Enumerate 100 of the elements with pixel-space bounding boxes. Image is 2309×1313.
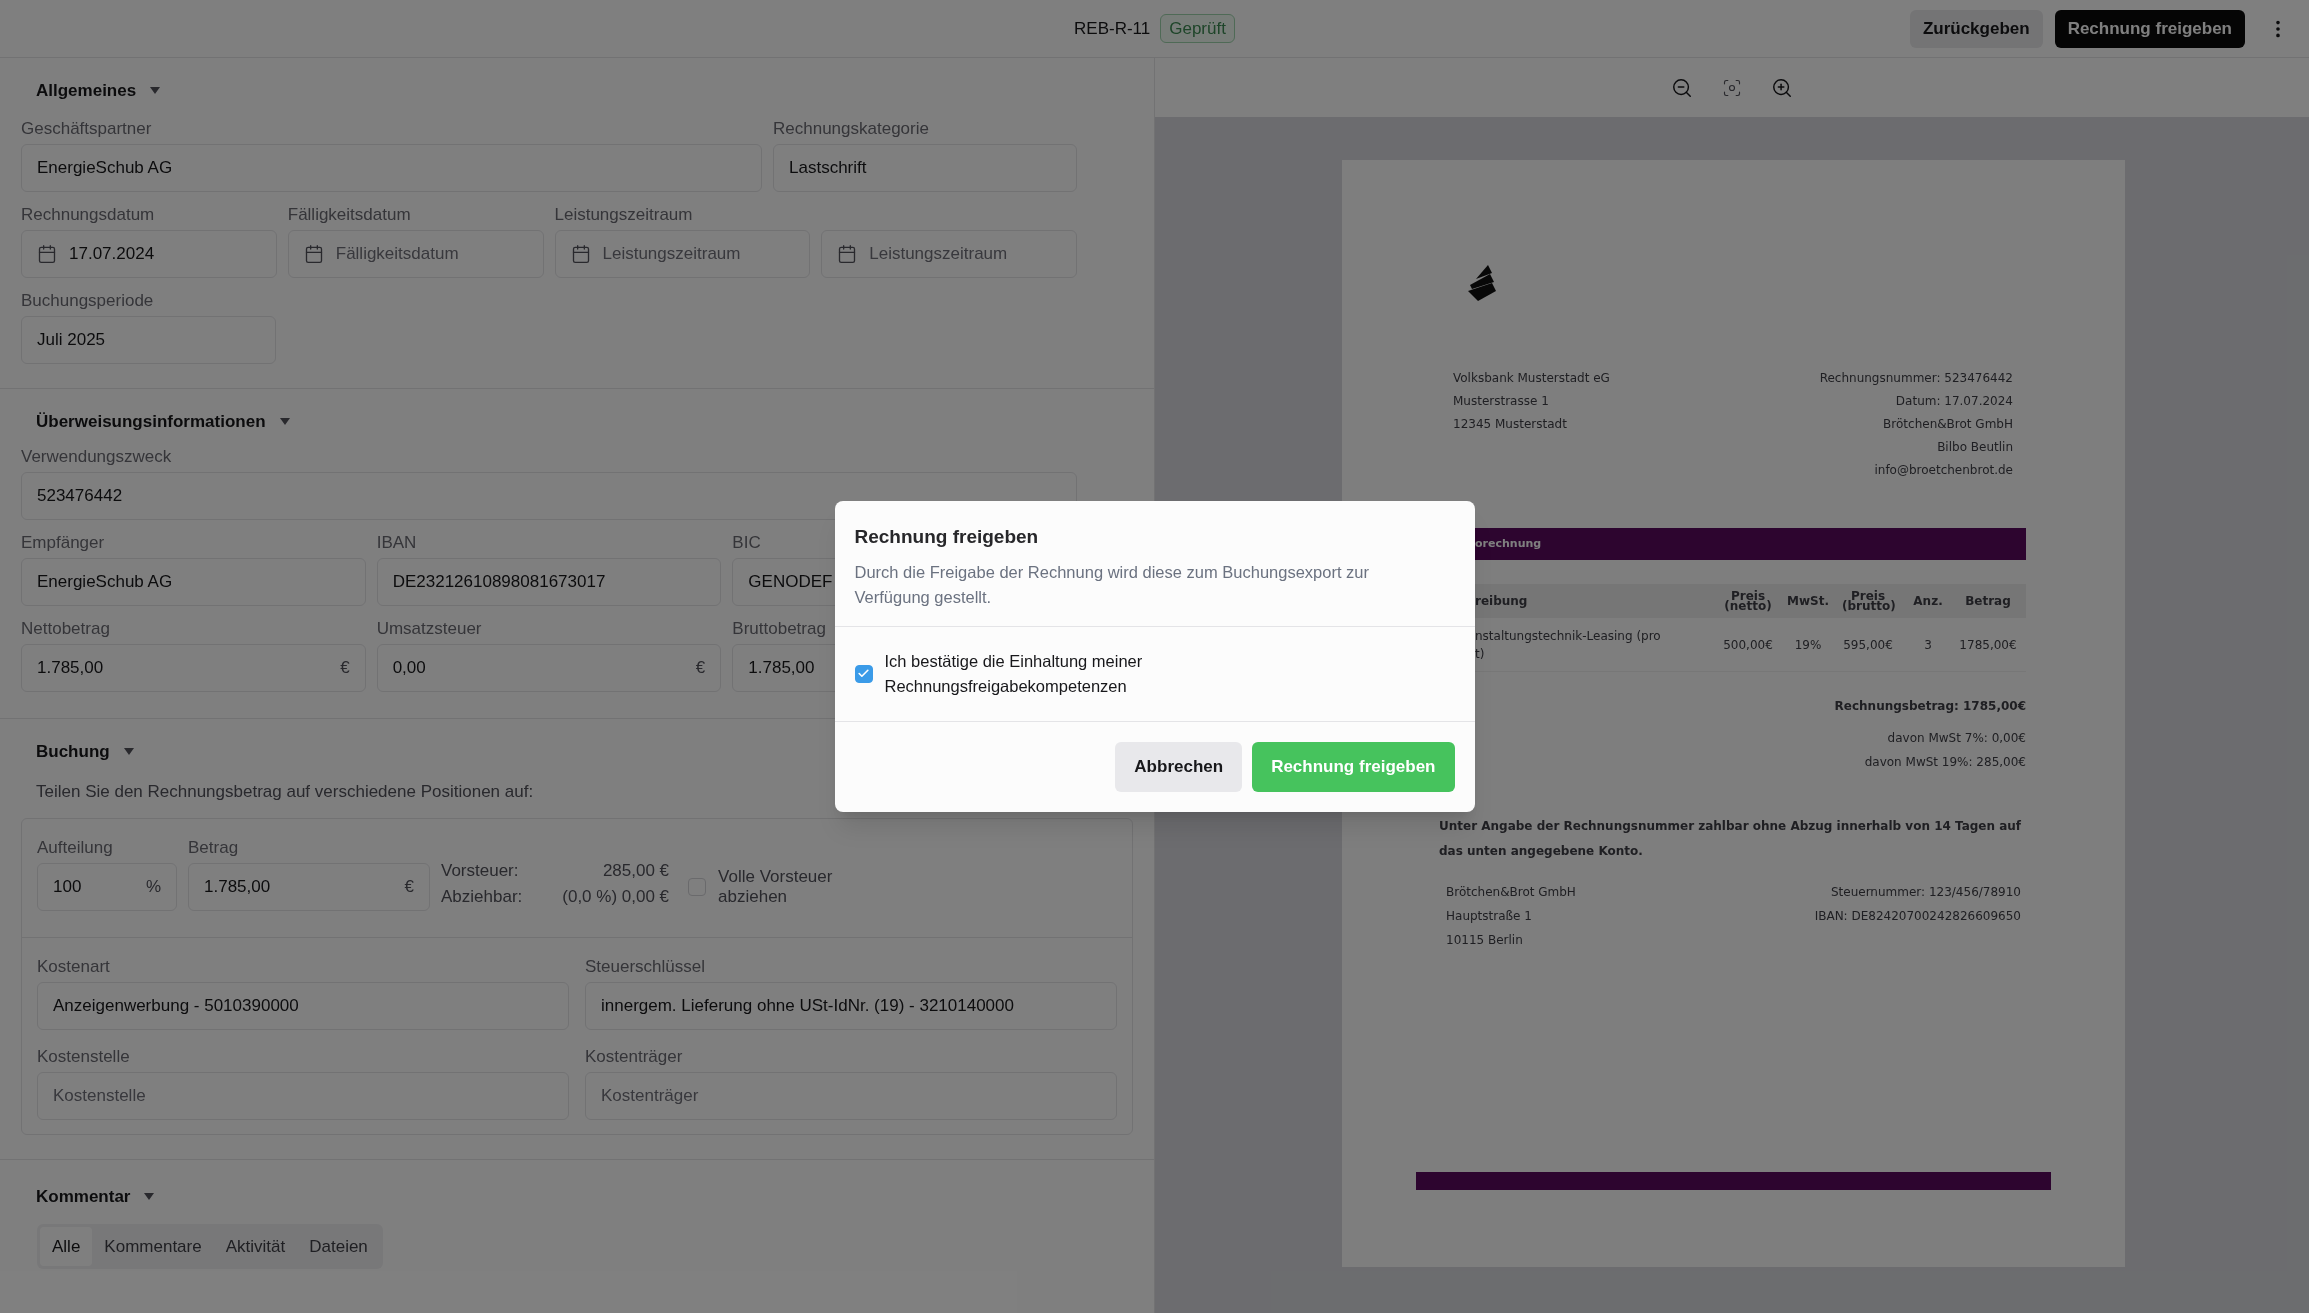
zoom-in-icon[interactable] bbox=[1771, 76, 1793, 99]
input-field[interactable]: 523476442 bbox=[21, 472, 1077, 520]
tax-value: 285,00 € bbox=[601, 860, 670, 882]
input-field[interactable]: EnergieSchub AG bbox=[21, 143, 762, 192]
calendar-icon bbox=[37, 243, 57, 264]
field-label: Umsatzsteuer bbox=[376, 619, 482, 638]
vat-line: davon MwSt 7%: 0,00€ bbox=[1887, 730, 2026, 747]
comment-tab[interactable]: Kommentare bbox=[92, 1226, 214, 1266]
section-title[interactable]: Kommentar bbox=[36, 1184, 131, 1210]
invoice-meta-line: info@broetchenbrot.de bbox=[1874, 462, 2013, 479]
section-title[interactable]: Allgemeines bbox=[36, 78, 137, 104]
dialog-button[interactable]: Abbrechen bbox=[1115, 741, 1243, 792]
input-field[interactable]: 1.785,00 € bbox=[188, 863, 430, 911]
field-label: Kostenstelle bbox=[37, 1047, 130, 1066]
date-field[interactable]: Leistungszeitraum bbox=[554, 229, 811, 278]
calendar-icon bbox=[570, 243, 591, 264]
input-field[interactable]: Juli 2025 bbox=[21, 315, 276, 364]
field-label: Rechnungskategorie bbox=[773, 118, 929, 138]
input-field[interactable]: EnergieSchub AG bbox=[21, 558, 366, 606]
input-field[interactable]: 0,00 € bbox=[376, 644, 722, 692]
input-field[interactable]: innergem. Lieferung ohne USt-IdNr. (19) - 3210140000 bbox=[585, 982, 1117, 1030]
input-field[interactable]: Anzeigenwerbung - 5010390000 bbox=[37, 982, 569, 1030]
date-field[interactable]: Leistungszeitraum bbox=[821, 229, 1077, 278]
footer-line: Hauptstraße 1 bbox=[1446, 908, 1533, 925]
date-field[interactable]: Fälligkeitsdatum bbox=[287, 229, 544, 278]
table-cell-text: nstaltungstechnik-Leasing (pro bbox=[1475, 627, 1662, 645]
invoice-number: REB-R-11 bbox=[1074, 17, 1151, 40]
input-field[interactable]: Kostenstelle bbox=[37, 1072, 569, 1120]
footer-line: Steuernummer: 123/456/78910 bbox=[1830, 884, 2021, 901]
table-cell-text: 500,00€ bbox=[1722, 636, 1774, 654]
comment-tab[interactable]: Alle bbox=[40, 1226, 93, 1266]
input-field[interactable]: DE23212610898081673017 bbox=[376, 558, 722, 606]
table-header: Betrag bbox=[1964, 596, 2012, 606]
input-field[interactable]: Lastschrift bbox=[773, 143, 1077, 192]
comment-tab[interactable]: Aktivität bbox=[213, 1226, 298, 1266]
table-header: MwSt. bbox=[1786, 596, 1830, 606]
header-button[interactable]: Rechnung freigeben bbox=[2054, 9, 2245, 48]
hint-text: Teilen Sie den Rechnungsbetrag auf verschiedene Positionen auf: bbox=[35, 780, 535, 803]
status-badge: Geprüft bbox=[1160, 13, 1235, 44]
footer-line: Brötchen&Brot GmbH bbox=[1446, 884, 1576, 901]
header-button[interactable]: Zurückgeben bbox=[1909, 9, 2043, 48]
section-title[interactable]: Buchung bbox=[36, 739, 110, 765]
field-label: Rechnungsdatum bbox=[21, 204, 155, 224]
invoice-meta-line: Rechnungsnummer: 523476442 bbox=[1819, 370, 2013, 387]
invoice-meta-line: Datum: 17.07.2024 bbox=[1895, 393, 2013, 410]
field-label: Aufteilung bbox=[37, 838, 113, 857]
focus-icon[interactable] bbox=[1722, 77, 1742, 98]
table-cell-text: 1785,00€ bbox=[1958, 636, 2018, 654]
input-field[interactable]: Kostenträger bbox=[585, 1072, 1117, 1120]
field-label: Kostenträger bbox=[585, 1047, 683, 1066]
checkbox-label: Volle Vorsteuer abziehen bbox=[718, 867, 834, 907]
invoice-total: Rechnungsbetrag: 1785,00€ bbox=[1834, 698, 2026, 715]
table-cell-text: 595,00€ bbox=[1842, 636, 1894, 654]
table-cell-text: 19% bbox=[1793, 636, 1823, 654]
sender-line: Volksbank Musterstadt eG bbox=[1453, 370, 1610, 387]
tax-label: Vorsteuer: bbox=[441, 860, 520, 882]
field-label: Betrag bbox=[188, 838, 239, 857]
field-label: Kostenart bbox=[37, 957, 110, 976]
caret-icon[interactable] bbox=[150, 87, 161, 95]
vat-line: davon MwSt 19%: 285,00€ bbox=[1864, 754, 2026, 771]
calendar-icon bbox=[837, 243, 858, 264]
checkbox[interactable] bbox=[854, 664, 873, 683]
checkbox-label: Ich bestätige die Einhaltung meiner Rechnungsfreigabekompetenzen bbox=[884, 650, 1144, 697]
field-label: IBAN bbox=[376, 533, 417, 552]
comment-tab[interactable]: Dateien bbox=[297, 1226, 380, 1266]
table-header: Preis (brutto) bbox=[1841, 591, 1897, 611]
table-header: Anz. bbox=[1912, 596, 1944, 606]
field-label: Verwendungszweck bbox=[21, 447, 172, 466]
field-label: BIC bbox=[732, 533, 761, 552]
sender-line: Musterstrasse 1 bbox=[1453, 393, 1550, 410]
section-title[interactable]: Überweisungsinformationen bbox=[36, 408, 266, 434]
caret-icon[interactable] bbox=[279, 417, 290, 425]
field-label: Empfänger bbox=[21, 533, 105, 552]
payment-note: Unter Angabe der Rechnungsnummer zahlbar ohne Abzug innerhalb von 14 Tagen auf das unten angegebene Konto. bbox=[1439, 818, 2023, 860]
footer-line: 10115 Berlin bbox=[1446, 932, 1524, 949]
input-field[interactable]: 100 % bbox=[37, 863, 177, 911]
dialog-description: Durch die Freigabe der Rechnung wird diese zum Buchungsexport zur Verfügung gestellt. bbox=[854, 561, 1371, 608]
invoice-meta-line: Bilbo Beutlin bbox=[1937, 439, 2013, 456]
zoom-out-icon[interactable] bbox=[1671, 76, 1693, 99]
field-label: Leistungszeitraum bbox=[554, 204, 693, 224]
date-field[interactable]: 17.07.2024 bbox=[21, 229, 277, 278]
tax-value: (0,0 %) 0,00 € bbox=[562, 885, 670, 908]
field-label: Nettobetrag bbox=[21, 619, 110, 638]
table-header: reibung bbox=[1475, 593, 1529, 610]
field-label: Buchungsperiode bbox=[21, 290, 154, 310]
calendar-icon bbox=[303, 243, 324, 264]
field-label: Bruttobetrag bbox=[732, 619, 826, 638]
dialog-title: Rechnung freigeben bbox=[854, 525, 1040, 550]
field-label: Fälligkeitsdatum bbox=[287, 204, 411, 224]
caret-icon[interactable] bbox=[123, 748, 134, 756]
table-cell-text: t) bbox=[1475, 645, 1486, 663]
invoice-meta-line: Brötchen&Brot GmbH bbox=[1883, 416, 2013, 433]
sender-line: 12345 Musterstadt bbox=[1453, 416, 1568, 433]
tax-label: Abziehbar: bbox=[441, 885, 523, 908]
field-label: Geschäftspartner bbox=[21, 118, 152, 138]
input-field[interactable]: 1.785,00 € bbox=[21, 644, 366, 692]
table-header: Preis (netto) bbox=[1723, 591, 1773, 611]
field-label: Steuerschlüssel bbox=[585, 957, 705, 976]
caret-icon[interactable] bbox=[144, 1193, 155, 1201]
footer-line: IBAN: DE82420700242826609650 bbox=[1814, 908, 2021, 925]
